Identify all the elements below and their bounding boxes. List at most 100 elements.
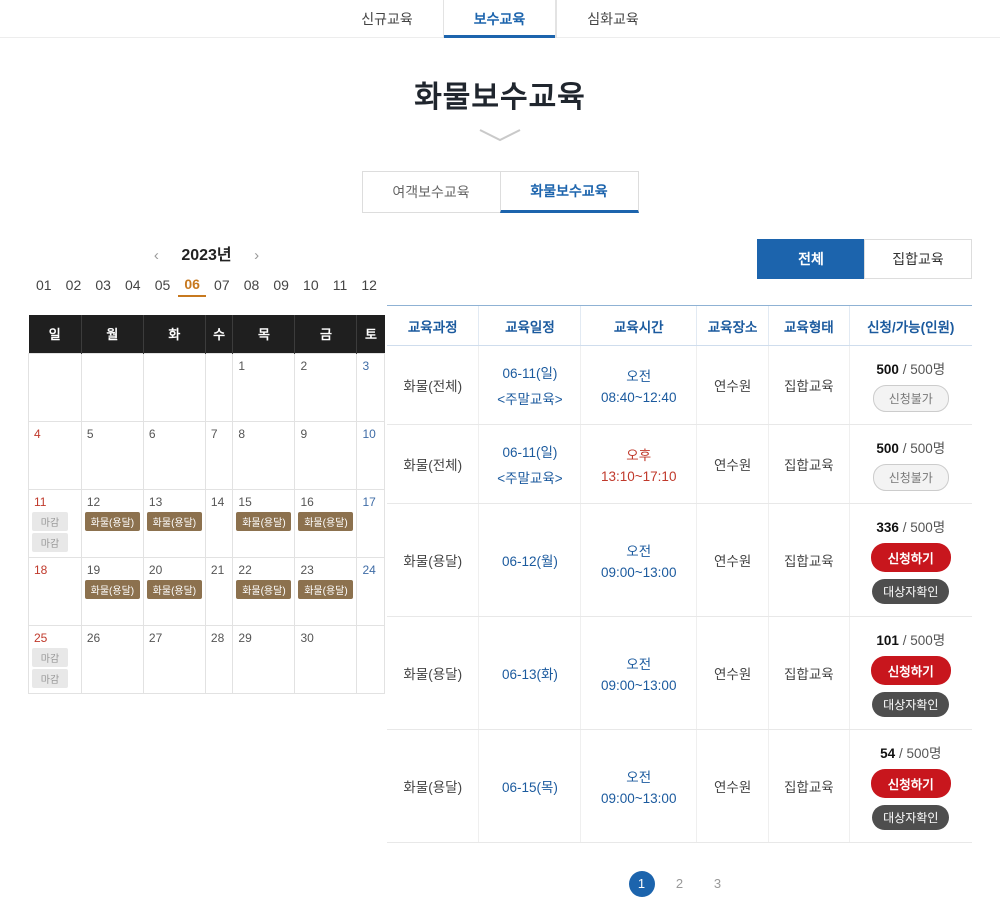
calendar-day-cell[interactable]: 4 [28,420,82,490]
calendar-day-cell[interactable]: 18 [28,556,82,626]
apply-button[interactable]: 신청하기 [870,769,951,798]
column-header: 신청/가능(인원) [848,305,972,346]
calendar-day-cell[interactable]: 1 [232,352,296,422]
capacity-count: 500 / 500명 [876,362,946,377]
page-title: 화물보수교육 [414,81,586,114]
month-item[interactable]: 07 [208,275,236,297]
calendar-day-cell[interactable]: 25 마감 마감 [28,624,82,694]
month-item[interactable]: 05 [149,275,177,297]
prev-year-button[interactable]: ‹ [148,247,165,264]
calendar-day-cell[interactable]: 6 [142,420,206,490]
day-number: 22 [238,562,252,577]
calendar-day-cell[interactable]: 26 [80,624,144,694]
calendar-day-cell[interactable]: 10 [356,420,385,490]
apply-button[interactable]: 신청하기 [870,543,951,572]
calendar-day-cell[interactable]: 12 화물(용달) [80,488,144,558]
top-tab[interactable]: 심화교육 [556,0,669,38]
apply-button[interactable]: 신청하기 [870,656,951,685]
calendar-closed-badge[interactable]: 마감 [32,647,68,667]
calendar-day-cell[interactable]: 13 화물(용달) [142,488,206,558]
calendar-day-cell[interactable]: 9 [294,420,358,490]
calendar-day-cell [356,624,385,694]
calendar-event-badge[interactable]: 화물(용달) [236,511,292,531]
calendar-event-badge[interactable]: 화물(용달) [298,511,354,531]
calendar-event-badge[interactable]: 화물(용달) [84,511,140,531]
apply-unavailable-button[interactable]: 신청불가 [872,385,949,412]
day-number: 1 [238,358,246,373]
month-item[interactable]: 11 [327,275,354,297]
place-cell: 연수원 [696,616,769,730]
page-number[interactable]: 3 [705,871,731,897]
top-tab[interactable]: 보수교육 [442,0,557,38]
calendar-day-cell[interactable]: 17 [356,488,385,558]
calendar-day-cell[interactable]: 19 화물(용달) [80,556,144,626]
weekday-label: 금 [294,315,358,353]
capacity-count: 500 / 500명 [876,441,946,456]
month-item[interactable]: 01 [30,275,58,297]
calendar-day-cell[interactable]: 3 [356,352,385,422]
course-cell: 화물(용달) [387,616,479,730]
calendar-day-cell[interactable]: 2 [294,352,358,422]
calendar-day-cell[interactable]: 22 화물(용달) [232,556,296,626]
calendar-day-cell[interactable]: 11 마감 마감 [28,488,82,558]
education-table-row: 화물(용달) 06-13(화) 오전 09:00~13:00 연수원 집합교육 101 / … [387,616,972,730]
filter-button[interactable]: 전체 [757,239,865,279]
calendar-day-cell[interactable]: 8 [232,420,296,490]
day-number: 19 [86,562,101,577]
month-item[interactable]: 10 [297,275,325,297]
time-cell: 오후 13:10~17:10 [580,424,697,504]
place-cell: 연수원 [696,503,769,617]
calendar-day-cell[interactable]: 27 [142,624,206,694]
month-item[interactable]: 04 [119,275,147,297]
weekday-label: 수 [205,315,234,353]
calendar-closed-badge[interactable]: 마감 [32,511,68,531]
top-tab[interactable]: 신규교육 [331,0,443,38]
capacity-count: 101 / 500명 [876,633,946,648]
calendar-day-cell[interactable]: 23 화물(용달) [294,556,358,626]
weekday-label: 토 [356,315,385,353]
month-item[interactable]: 06 [178,275,206,297]
calendar-event-badge[interactable]: 화물(용달) [146,511,202,531]
calendar-day-cell[interactable]: 20 화물(용달) [142,556,206,626]
calendar-event-badge[interactable]: 화물(용달) [146,579,202,599]
target-check-button[interactable]: 대상자확인 [872,805,950,830]
filter-button[interactable]: 집합교육 [864,239,972,279]
calendar-day-cell[interactable]: 7 [204,420,234,490]
target-check-button[interactable]: 대상자확인 [872,692,950,717]
calendar-event-badge[interactable]: 화물(용달) [84,579,140,599]
calendar-panel: ‹ 2023년 › 01 02 03 04 05 06 07 08 09 10 11 12 일월화수목… [28,239,385,915]
calendar-day-cell[interactable]: 30 [294,624,358,694]
page-number[interactable]: 1 [628,871,655,897]
month-item[interactable]: 08 [238,275,266,297]
calendar-day-cell [28,352,82,422]
calendar-event-badge[interactable]: 화물(용달) [298,579,354,599]
course-cell: 화물(전체) [387,424,479,504]
apply-cell: 500 / 500명신청불가 [848,424,972,504]
calendar-day-cell[interactable]: 24 [356,556,385,626]
sub-tab[interactable]: 여객보수교육 [361,171,501,213]
day-number: 21 [210,562,225,577]
month-item[interactable]: 09 [267,275,295,297]
page-number[interactable]: 2 [667,871,693,897]
month-item[interactable]: 03 [89,275,117,297]
time-period: 오전 [626,544,652,559]
calendar-day-cell[interactable]: 28 [204,624,234,694]
calendar-day-cell[interactable]: 29 [232,624,296,694]
type-cell: 집합교육 [768,345,850,425]
calendar-day-cell[interactable]: 16 화물(용달) [294,488,358,558]
calendar-day-cell[interactable]: 15 화물(용달) [232,488,296,558]
place-cell: 연수원 [696,729,769,843]
target-check-button[interactable]: 대상자확인 [872,579,950,604]
calendar-event-badge[interactable]: 화물(용달) [236,579,292,599]
calendar-day-cell[interactable]: 5 [80,420,144,490]
year-label: 2023년 [181,247,232,264]
month-item[interactable]: 12 [355,275,383,297]
next-year-button[interactable]: › [248,247,265,264]
apply-unavailable-button[interactable]: 신청불가 [872,464,949,491]
sub-tab[interactable]: 화물보수교육 [499,171,639,213]
calendar-day-cell[interactable]: 21 [204,556,234,626]
month-item[interactable]: 02 [60,275,88,297]
calendar-closed-badge[interactable]: 마감 [32,668,68,688]
calendar-day-cell[interactable]: 14 [204,488,234,558]
calendar-closed-badge[interactable]: 마감 [32,532,68,552]
